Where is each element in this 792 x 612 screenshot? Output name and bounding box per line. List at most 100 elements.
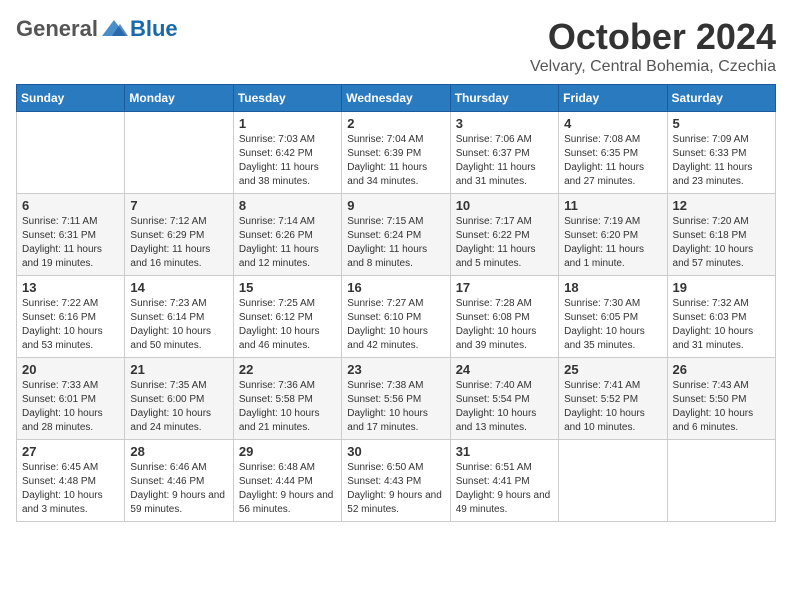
- calendar-cell: 7Sunrise: 7:12 AM Sunset: 6:29 PM Daylig…: [125, 194, 233, 276]
- day-number: 2: [347, 116, 444, 131]
- weekday-header-monday: Monday: [125, 85, 233, 112]
- day-info: Sunrise: 7:04 AM Sunset: 6:39 PM Dayligh…: [347, 133, 444, 189]
- day-info: Sunrise: 7:12 AM Sunset: 6:29 PM Dayligh…: [130, 215, 227, 271]
- day-info: Sunrise: 7:25 AM Sunset: 6:12 PM Dayligh…: [239, 297, 336, 353]
- calendar-table: SundayMondayTuesdayWednesdayThursdayFrid…: [16, 84, 776, 522]
- calendar-week-row: 20Sunrise: 7:33 AM Sunset: 6:01 PM Dayli…: [17, 358, 776, 440]
- day-number: 17: [456, 280, 553, 295]
- weekday-header-wednesday: Wednesday: [342, 85, 450, 112]
- day-number: 3: [456, 116, 553, 131]
- title-area: October 2024 Velvary, Central Bohemia, C…: [530, 16, 776, 76]
- day-info: Sunrise: 7:27 AM Sunset: 6:10 PM Dayligh…: [347, 297, 444, 353]
- day-info: Sunrise: 7:30 AM Sunset: 6:05 PM Dayligh…: [564, 297, 661, 353]
- calendar-cell: 27 Sunrise: 6:45 AM Sunset: 4:48 PM Dayli…: [17, 440, 125, 522]
- calendar-cell: 6Sunrise: 7:11 AM Sunset: 6:31 PM Daylig…: [17, 194, 125, 276]
- calendar-cell: 23 Sunrise: 7:38 AM Sunset: 5:56 PM Dayli…: [342, 358, 450, 440]
- calendar-cell: 30Sunrise: 6:50 AM Sunset: 4:43 PM Dayli…: [342, 440, 450, 522]
- day-number: 18: [564, 280, 661, 295]
- day-info: Sunrise: 7:11 AM Sunset: 6:31 PM Dayligh…: [22, 215, 119, 271]
- day-info: Sunrise: 6:51 AM Sunset: 4:41 PM Dayligh…: [456, 461, 553, 517]
- calendar-week-row: 6Sunrise: 7:11 AM Sunset: 6:31 PM Daylig…: [17, 194, 776, 276]
- calendar-cell: 11Sunrise: 7:19 AM Sunset: 6:20 PM Dayli…: [559, 194, 667, 276]
- weekday-header-tuesday: Tuesday: [233, 85, 341, 112]
- day-number: 24: [456, 362, 553, 377]
- weekday-header-friday: Friday: [559, 85, 667, 112]
- calendar-cell: [125, 112, 233, 194]
- day-number: 8: [239, 198, 336, 213]
- day-info: Sunrise: 7:09 AM Sunset: 6:33 PM Dayligh…: [673, 133, 770, 189]
- calendar-cell: 3 Sunrise: 7:06 AM Sunset: 6:37 PM Daylig…: [450, 112, 558, 194]
- day-info: Sunrise: 7:08 AM Sunset: 6:35 PM Dayligh…: [564, 133, 661, 189]
- day-number: 14: [130, 280, 227, 295]
- calendar-week-row: 13Sunrise: 7:22 AM Sunset: 6:16 PM Dayli…: [17, 276, 776, 358]
- logo: General Blue: [16, 16, 178, 42]
- day-number: 10: [456, 198, 553, 213]
- day-number: 29: [239, 444, 336, 459]
- month-title: October 2024: [530, 16, 776, 58]
- calendar-cell: 16 Sunrise: 7:27 AM Sunset: 6:10 PM Dayli…: [342, 276, 450, 358]
- day-number: 31: [456, 444, 553, 459]
- calendar-week-row: 1 Sunrise: 7:03 AM Sunset: 6:42 PM Daylig…: [17, 112, 776, 194]
- calendar-cell: 21 Sunrise: 7:35 AM Sunset: 6:00 PM Dayli…: [125, 358, 233, 440]
- weekday-header-thursday: Thursday: [450, 85, 558, 112]
- logo-general: General: [16, 16, 98, 42]
- day-number: 28: [130, 444, 227, 459]
- day-info: Sunrise: 7:17 AM Sunset: 6:22 PM Dayligh…: [456, 215, 553, 271]
- day-number: 25: [564, 362, 661, 377]
- calendar-cell: 13Sunrise: 7:22 AM Sunset: 6:16 PM Dayli…: [17, 276, 125, 358]
- day-number: 23: [347, 362, 444, 377]
- day-number: 12: [673, 198, 770, 213]
- day-info: Sunrise: 6:45 AM Sunset: 4:48 PM Dayligh…: [22, 461, 119, 517]
- day-info: Sunrise: 7:14 AM Sunset: 6:26 PM Dayligh…: [239, 215, 336, 271]
- day-info: Sunrise: 7:35 AM Sunset: 6:00 PM Dayligh…: [130, 379, 227, 435]
- logo-icon: [100, 18, 128, 40]
- day-info: Sunrise: 7:20 AM Sunset: 6:18 PM Dayligh…: [673, 215, 770, 271]
- day-number: 30: [347, 444, 444, 459]
- day-number: 1: [239, 116, 336, 131]
- day-number: 26: [673, 362, 770, 377]
- day-info: Sunrise: 7:19 AM Sunset: 6:20 PM Dayligh…: [564, 215, 661, 271]
- calendar-cell: 31 Sunrise: 6:51 AM Sunset: 4:41 PM Dayli…: [450, 440, 558, 522]
- calendar-cell: 18 Sunrise: 7:30 AM Sunset: 6:05 PM Dayli…: [559, 276, 667, 358]
- day-number: 21: [130, 362, 227, 377]
- day-info: Sunrise: 7:15 AM Sunset: 6:24 PM Dayligh…: [347, 215, 444, 271]
- calendar-cell: 12 Sunrise: 7:20 AM Sunset: 6:18 PM Dayli…: [667, 194, 775, 276]
- day-info: Sunrise: 6:48 AM Sunset: 4:44 PM Dayligh…: [239, 461, 336, 517]
- logo-blue: Blue: [130, 16, 178, 42]
- calendar-cell: 4Sunrise: 7:08 AM Sunset: 6:35 PM Daylig…: [559, 112, 667, 194]
- calendar-week-row: 27 Sunrise: 6:45 AM Sunset: 4:48 PM Dayli…: [17, 440, 776, 522]
- day-info: Sunrise: 7:33 AM Sunset: 6:01 PM Dayligh…: [22, 379, 119, 435]
- day-info: Sunrise: 7:38 AM Sunset: 5:56 PM Dayligh…: [347, 379, 444, 435]
- calendar-cell: 17 Sunrise: 7:28 AM Sunset: 6:08 PM Dayli…: [450, 276, 558, 358]
- day-number: 13: [22, 280, 119, 295]
- day-number: 9: [347, 198, 444, 213]
- calendar-cell: 29 Sunrise: 6:48 AM Sunset: 4:44 PM Dayli…: [233, 440, 341, 522]
- day-number: 5: [673, 116, 770, 131]
- day-info: Sunrise: 7:36 AM Sunset: 5:58 PM Dayligh…: [239, 379, 336, 435]
- calendar-cell: 19Sunrise: 7:32 AM Sunset: 6:03 PM Dayli…: [667, 276, 775, 358]
- day-info: Sunrise: 7:40 AM Sunset: 5:54 PM Dayligh…: [456, 379, 553, 435]
- calendar-cell: 25 Sunrise: 7:41 AM Sunset: 5:52 PM Dayli…: [559, 358, 667, 440]
- day-info: Sunrise: 7:23 AM Sunset: 6:14 PM Dayligh…: [130, 297, 227, 353]
- day-info: Sunrise: 7:06 AM Sunset: 6:37 PM Dayligh…: [456, 133, 553, 189]
- day-info: Sunrise: 7:41 AM Sunset: 5:52 PM Dayligh…: [564, 379, 661, 435]
- day-number: 16: [347, 280, 444, 295]
- weekday-header-saturday: Saturday: [667, 85, 775, 112]
- calendar-cell: 5 Sunrise: 7:09 AM Sunset: 6:33 PM Daylig…: [667, 112, 775, 194]
- calendar-cell: 24 Sunrise: 7:40 AM Sunset: 5:54 PM Dayli…: [450, 358, 558, 440]
- calendar-cell: 20Sunrise: 7:33 AM Sunset: 6:01 PM Dayli…: [17, 358, 125, 440]
- day-number: 15: [239, 280, 336, 295]
- calendar-cell: [667, 440, 775, 522]
- calendar-cell: 9 Sunrise: 7:15 AM Sunset: 6:24 PM Daylig…: [342, 194, 450, 276]
- day-info: Sunrise: 7:03 AM Sunset: 6:42 PM Dayligh…: [239, 133, 336, 189]
- calendar-cell: 28Sunrise: 6:46 AM Sunset: 4:46 PM Dayli…: [125, 440, 233, 522]
- calendar-cell: 22 Sunrise: 7:36 AM Sunset: 5:58 PM Dayli…: [233, 358, 341, 440]
- calendar-cell: 1 Sunrise: 7:03 AM Sunset: 6:42 PM Daylig…: [233, 112, 341, 194]
- day-number: 22: [239, 362, 336, 377]
- day-number: 19: [673, 280, 770, 295]
- calendar-cell: 15 Sunrise: 7:25 AM Sunset: 6:12 PM Dayli…: [233, 276, 341, 358]
- calendar-cell: [559, 440, 667, 522]
- calendar-cell: [17, 112, 125, 194]
- day-info: Sunrise: 7:28 AM Sunset: 6:08 PM Dayligh…: [456, 297, 553, 353]
- day-number: 27: [22, 444, 119, 459]
